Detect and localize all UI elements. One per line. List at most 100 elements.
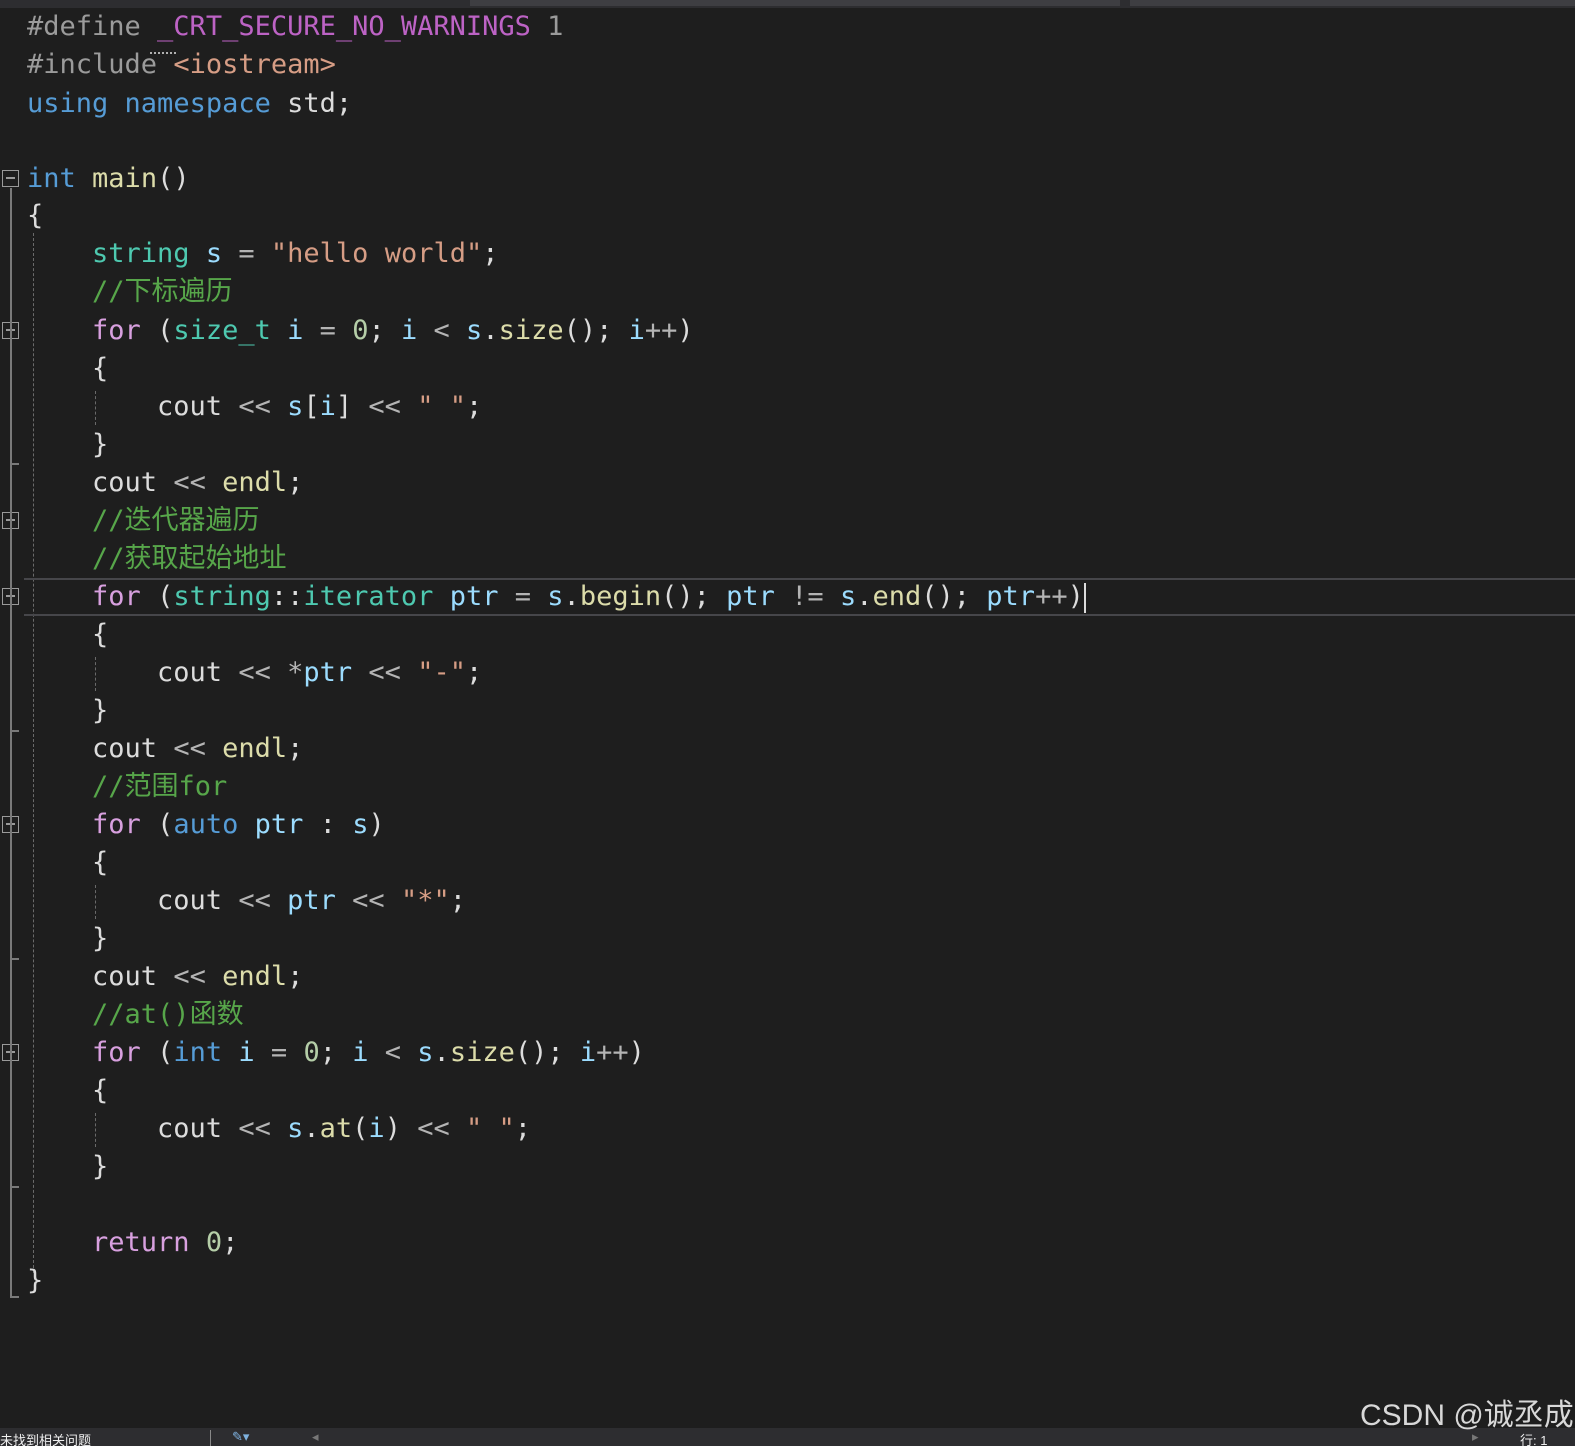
code-line[interactable]: for (size_t i = 0; i < s.size(); i++) [0,312,1575,350]
code-text: //at()函数 [27,996,244,1034]
code-line[interactable]: cout << s.at(i) << " "; [0,1110,1575,1148]
code-token: << [238,657,271,688]
code-token: ptr [986,581,1036,612]
code-line[interactable]: } [0,1148,1575,1186]
code-token: ( [140,1037,174,1068]
code-token: ; [465,391,483,422]
code-token: ptr [254,809,304,840]
code-token: << [352,885,385,916]
code-text: //下标遍历 [27,273,233,311]
code-token: endl [222,733,288,764]
code-line[interactable]: cout << *ptr << "-"; [0,654,1575,692]
code-token: cout [27,733,174,764]
code-token: { [27,353,109,384]
code-token: size [498,315,564,346]
code-editor[interactable]: #define _CRT_SECURE_NO_WARNINGS 1 #includ… [0,8,1575,1428]
current-code-line[interactable]: for (string::iterator ptr = s.begin(); p… [24,578,1575,616]
code-line[interactable]: cout << endl; [0,730,1575,768]
code-token: " " [465,1113,515,1144]
code-token: . [856,581,873,612]
code-line[interactable]: } [0,1262,1575,1300]
code-line[interactable]: } [0,426,1575,464]
code-line[interactable]: using namespace std; [0,85,1575,123]
code-line[interactable]: cout << ptr << "*"; [0,882,1575,920]
code-token: size_t [173,315,271,346]
code-token: : [303,809,353,840]
code-token: at [319,1113,353,1144]
code-token: ++ [1035,581,1068,612]
code-token: ; [449,885,466,916]
code-line[interactable]: cout << s[i] << " "; [0,388,1575,426]
issues-status[interactable]: 未找到相关问题 [0,1430,91,1446]
code-line[interactable]: #include <iostream> [0,46,1575,84]
code-line[interactable]: { [0,616,1575,654]
code-token: << [368,657,401,688]
code-line[interactable] [0,1186,1575,1224]
code-token: ; [514,1113,532,1144]
code-text: //获取起始地址 [27,540,287,578]
code-token: = [319,315,336,346]
code-text: cout << s[i] << " "; [27,388,482,426]
code-line[interactable]: { [0,1072,1575,1110]
code-line[interactable]: //迭代器遍历 [0,502,1575,540]
code-token: i [628,315,645,346]
code-token: 1 [530,11,564,42]
code-line[interactable]: } [0,920,1575,958]
code-line[interactable]: { [0,197,1575,235]
code-line[interactable]: //范围for [0,768,1575,806]
code-line[interactable]: #define _CRT_SECURE_NO_WARNINGS 1 [0,8,1575,46]
code-line[interactable]: string s = "hello world"; [0,235,1575,273]
code-token: } [27,923,109,954]
code-token: s [352,809,369,840]
code-line[interactable]: cout << endl; [0,958,1575,996]
code-line[interactable]: //获取起始地址 [0,540,1575,578]
code-line[interactable]: int main() [0,160,1575,198]
code-line[interactable]: } [0,692,1575,730]
code-line[interactable]: cout << endl; [0,464,1575,502]
code-line[interactable]: //at()函数 [0,996,1575,1034]
code-token: //范围for [92,771,228,802]
code-token: 0 [303,1037,320,1068]
code-token: "hello world" [270,238,483,269]
code-token: "-" [417,657,466,688]
brush-icon[interactable]: ✎▾ [232,1429,249,1445]
code-token: = [270,1037,288,1068]
code-token: << [173,961,206,992]
code-text: for (int i = 0; i < s.size(); i++) [27,1034,645,1072]
code-token: ) [368,809,385,840]
code-token: i [319,391,336,422]
code-line[interactable]: { [0,350,1575,388]
code-line[interactable]: return 0; [0,1224,1575,1262]
tab-strip-segment [1130,0,1575,6]
code-token: //获取起始地址 [92,543,287,574]
code-token: { [27,847,109,878]
code-token: { [27,619,109,650]
code-line[interactable]: //下标遍历 [0,273,1575,311]
status-bar: 未找到相关问题 ✎▾ ◂ ▸ 行: 1 [0,1428,1575,1446]
code-token: } [27,1265,44,1296]
code-token: string [173,581,271,612]
scroll-left-icon[interactable]: ◂ [312,1429,319,1445]
code-line[interactable]: for (auto ptr : s) [0,806,1575,844]
code-text: { [27,1072,108,1110]
code-token: << [238,391,271,422]
code-line[interactable]: for (int i = 0; i < s.size(); i++) [0,1034,1575,1072]
code-line[interactable] [0,123,1575,161]
code-token: ( [140,581,174,612]
code-text: //迭代器遍历 [27,502,260,540]
code-text: } [27,1262,43,1300]
code-line[interactable]: { [0,844,1575,882]
code-token: ; [287,733,304,764]
code-token: namespace [124,88,271,119]
